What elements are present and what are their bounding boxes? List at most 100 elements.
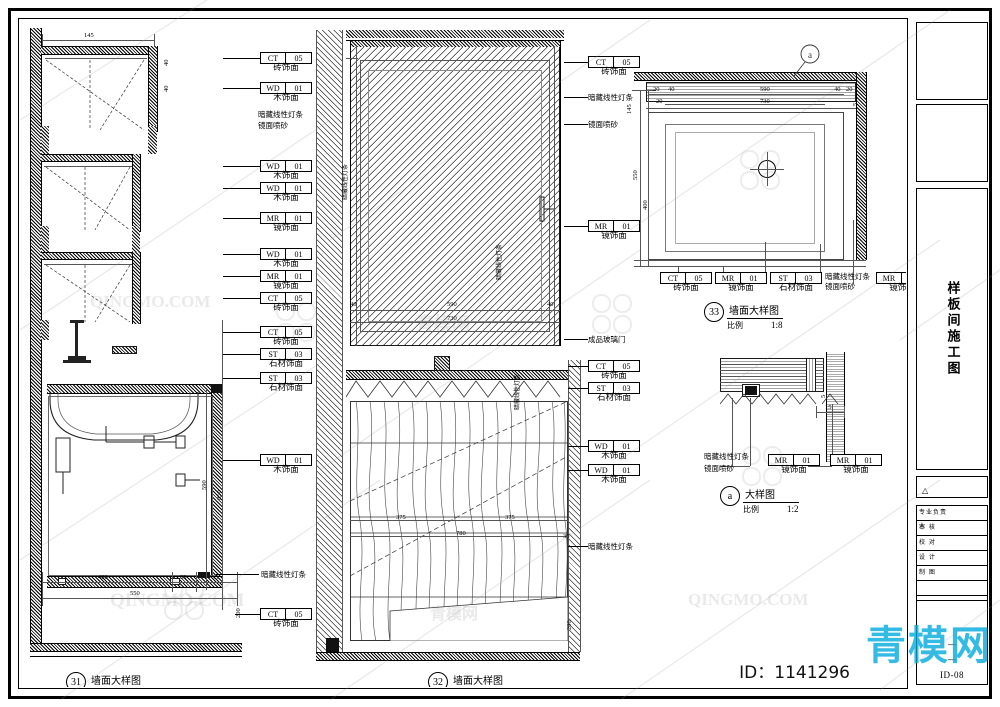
tag-code: WD [261,183,286,193]
table-row: 制 图 [917,566,987,581]
tag-num: 05 [622,362,631,371]
door-handle [539,196,554,222]
row-value [951,521,987,535]
tag-num: 01 [294,84,303,93]
view-scale-label: 比例 [727,321,743,330]
leader-line [216,574,259,575]
tag-num: 03 [622,384,631,393]
view-number: 33 [704,302,724,322]
tag-33-st03: ST 03 石材饰面 [770,272,822,293]
niche-1-sightlines [45,59,145,131]
faucet-symbol [63,320,91,363]
tag-desc: 镜饰面 [273,281,299,291]
stone-vein-texture [350,401,568,641]
tag-code: ST [261,373,286,383]
tag-desc: 砖饰面 [273,337,299,347]
title-block-signature-table: 专业负责人 审 核 校 对 设 计 制 图 [916,505,988,612]
drawing-number: ID-08 [940,670,964,680]
title-block-cell-2 [916,104,988,182]
tag-code: MR [716,273,741,283]
dim-31-55: 55 [180,574,187,581]
tag-31-ct05-a: CT 05 砖饰面 [260,52,312,73]
dim-31-145: 145 [84,32,94,39]
view-title-32: 32 墙面大样图 比例 1:8 [428,672,507,687]
tag-32-mr01: MR 01 镜饰面 [588,220,640,241]
note-31-mirror: 镜面喷砂 [258,121,288,130]
tag-code: MR [831,455,856,465]
cad-sheet: 145 40 40 400 55 95 550 850 590 200 CT05… [0,0,1000,707]
tag-desc: 镜饰面 [843,465,869,475]
tag-desc: 砖饰面 [273,619,299,629]
dim-31-40a: 40 [163,59,170,67]
leader-line [568,446,588,447]
dim-33-20b: 20 [656,98,663,105]
tag-code: MR [589,221,614,231]
leader-line [564,339,588,340]
watermark-text: QINGMO.COM [688,590,809,609]
dim-33-590: 590 [760,86,770,93]
leader-line [235,614,260,615]
view-title-31: 31 墙面大样图 比例 1:8 [66,672,145,687]
tag-num: 01 [294,184,303,193]
sheet-vertical-title: 样板间施工图 [944,281,960,377]
drawing-area: 145 40 40 400 55 95 550 850 590 200 CT05… [20,20,906,687]
tag-31-wd01-c: WD 01 木饰面 [260,182,312,203]
tag-code: WD [261,83,286,93]
dim-33-20c: 20 [846,86,853,93]
dim-31-850: 850 [216,490,223,500]
tag-desc: 镜饰面 [781,465,807,475]
leader-line [223,332,260,333]
tag-33-mr01-b: MR01 镜饰面 [876,272,906,293]
leader-line [568,366,588,367]
tag-code: ST [771,273,796,283]
leader-line [223,354,260,355]
dim-32-40b: 40 [547,301,554,308]
tag-a-mr01-b: MR 01 镜饰面 [830,454,882,475]
dim-33-730: 730 [760,98,770,105]
leader-line [223,254,260,255]
tag-31-ct05-d: CT 05 砖饰面 [260,608,312,629]
sheet-title-panel: 样板间施工图 [916,188,988,470]
tag-code: CT [589,57,614,67]
tag-33-ct05: CT 05 砖饰面 [660,272,712,293]
row-value [951,581,987,595]
tag-num: 05 [294,294,303,303]
tag-code: WD [589,441,614,451]
note-32-mirror: 镜面喷砂 [588,120,618,129]
view-title-a: a 大样图 比例 1:2 [720,486,799,515]
tag-num: 05 [294,610,303,619]
note-32-light3: 暗藏线性灯条 [588,542,633,551]
row-value [951,506,987,520]
note-32-left-v: 暗藏线性灯条 [342,163,349,200]
tag-32-ct05-b: CT 05 砖饰面 [588,360,640,381]
tag-desc: 镜饰面 [273,223,299,233]
tag-code: WD [261,249,286,259]
dim-32-590: 590 [447,301,457,308]
row-label: 校 对 [919,539,936,546]
watermark-flower-icon [592,294,632,334]
leader-line [568,388,588,389]
tag-num: 01 [622,466,631,475]
row-label: 专业负责人 [919,509,948,530]
table-row: 专业负责人 [917,506,987,530]
table-row: 校 对 [917,536,987,551]
tag-num: 01 [294,162,303,171]
tag-code: CT [261,609,286,619]
view-name: 大样图 [743,486,799,503]
tag-31-st03-b: ST 03 石材饰面 [260,372,312,393]
table-row [917,581,987,596]
tag-32-wd01-a: WD 01 木饰面 [588,440,640,461]
tag-code: CT [261,293,286,303]
tag-num: 05 [622,58,631,67]
leader-line [223,378,260,379]
tag-num: 05 [294,54,303,63]
tag-num: 05 [294,328,303,337]
tag-num: 01 [622,222,631,231]
dim-31-400: 400 [98,574,108,581]
view-name: 墙面大样图 [451,672,507,687]
tag-31-st03-a: ST 03 石材饰面 [260,348,312,369]
note-33-light: 暗藏线性灯条 [825,272,870,281]
triangle-revision-icon: △ [922,486,929,495]
note-31-light2: 暗藏线性灯条 [261,570,306,579]
drawing-number-panel: — — ID-08 [916,600,988,685]
